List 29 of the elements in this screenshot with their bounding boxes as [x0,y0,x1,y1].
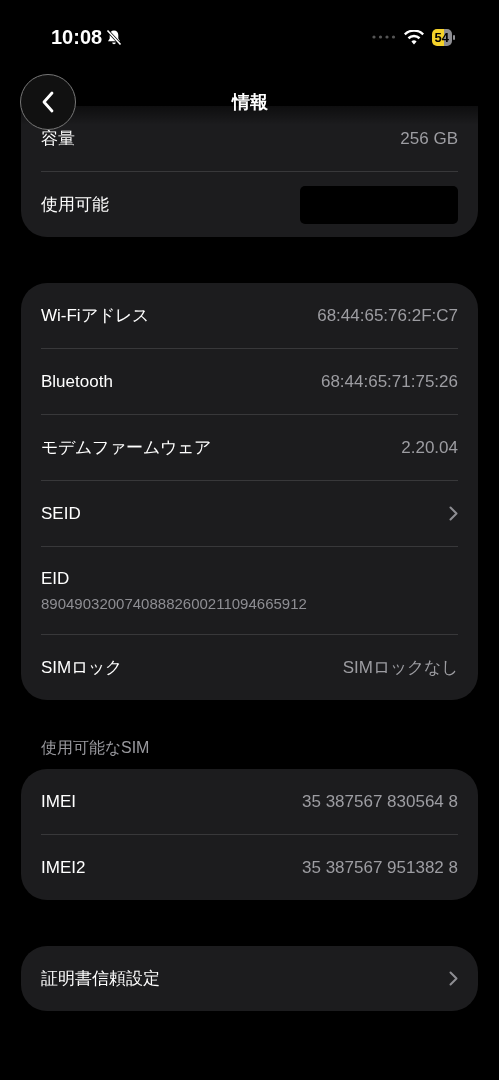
battery-icon: 54 [431,28,455,46]
chevron-icon [449,971,458,986]
chevron-left-icon [41,91,55,113]
page-title: 情報 [231,91,268,114]
row-value: 89049032007408882600211094665912 [41,595,307,612]
row-value: 256 GB [400,128,458,149]
section-header: 使用可能なSIM [41,739,150,756]
row-value: 68:44:65:76:2F:C7 [317,305,458,326]
row-value: 68:44:65:71:75:26 [320,371,458,392]
row-label: IMEI [41,791,76,812]
row-label: IMEI2 [41,857,86,878]
row-value: 35 387567 951382 8 [302,857,458,878]
row-label: EID [41,569,70,589]
status-time: 10:08 [51,25,103,49]
row-value: 2.20.04 [401,437,458,458]
row-value: 35 387567 830564 8 [302,791,458,812]
row-label: モデムファームウェア [41,437,211,459]
back-button[interactable] [20,74,76,130]
signal-icon [371,35,396,39]
row-value: SIMロックなし [342,657,458,679]
row-label: Wi-Fiアドレス [41,305,149,327]
row-label: 容量 [41,128,75,150]
chevron-icon [449,506,458,521]
settings-row[interactable]: 証明書信頼設定 [21,946,478,1011]
row-label: SIMロック [41,657,123,679]
row-label: Bluetooth [41,371,113,392]
row-label: 使用可能 [41,194,109,216]
wifi-icon [403,29,424,45]
settings-row[interactable]: SEID [21,481,478,546]
